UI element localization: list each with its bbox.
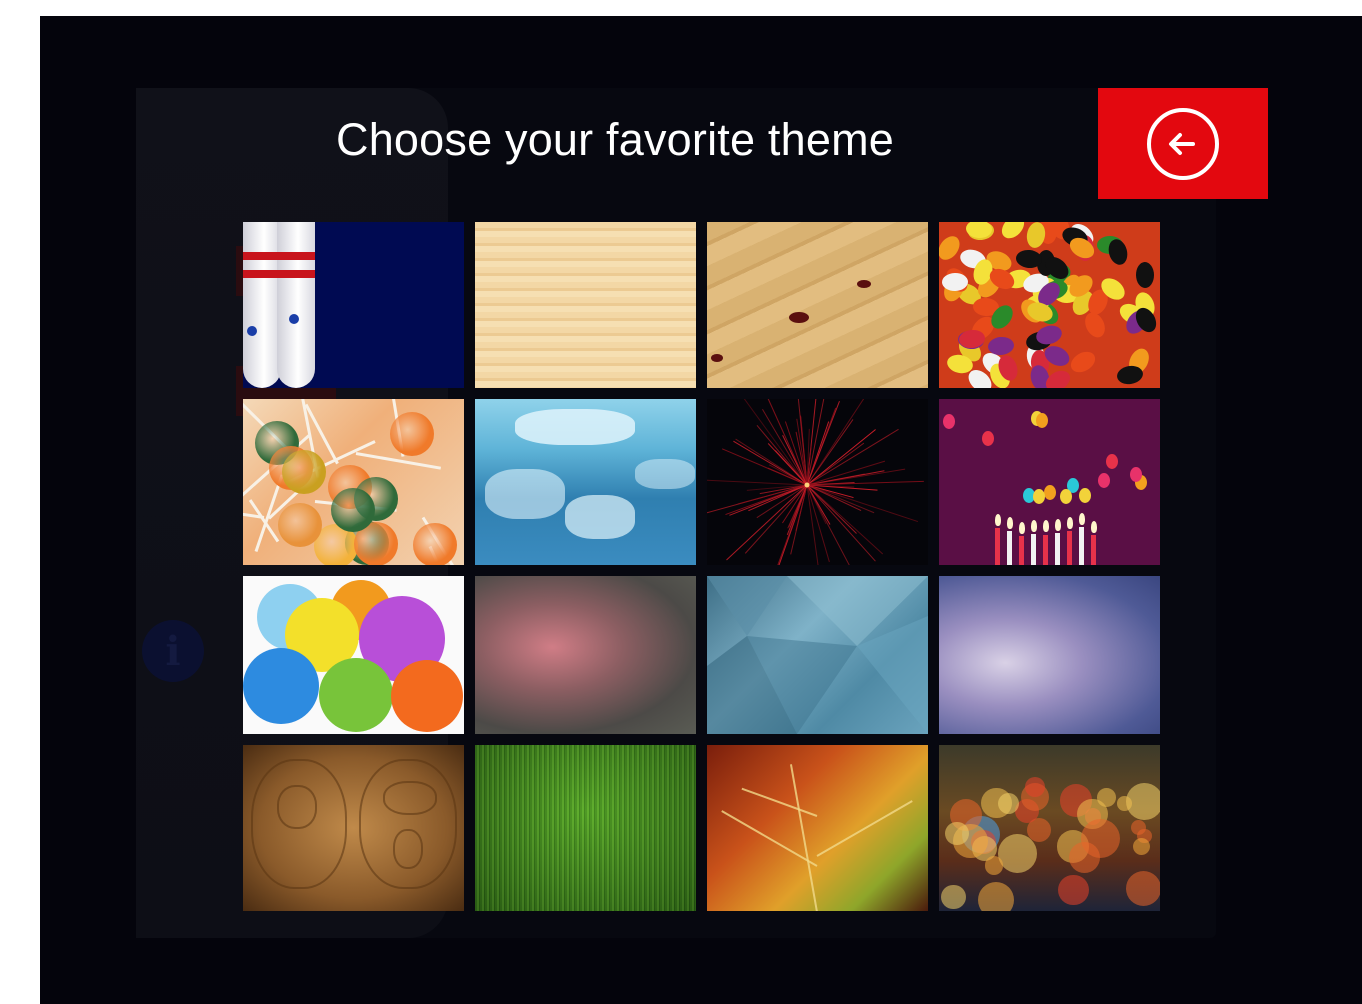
theme-tile-fireworks[interactable] (707, 399, 928, 565)
theme-chooser-screen: i Choose your favorite theme (40, 16, 1362, 1004)
theme-tile-light-wood[interactable] (475, 222, 696, 388)
theme-tile-birthday-party[interactable] (939, 399, 1160, 565)
theme-tile-jelly-beans[interactable] (939, 222, 1160, 388)
theme-tile-bowling-pins[interactable] (243, 222, 464, 388)
theme-tile-balloons[interactable] (243, 576, 464, 734)
theme-tile-old-world-map[interactable] (243, 745, 464, 911)
theme-tile-pink-blur[interactable] (475, 576, 696, 734)
page-title: Choose your favorite theme (336, 114, 894, 165)
theme-tile-grass[interactable] (475, 745, 696, 911)
back-button[interactable] (1098, 88, 1268, 199)
theme-tile-bokeh-lights[interactable] (939, 745, 1160, 911)
theme-tile-bowling-lane-wood[interactable] (707, 222, 928, 388)
theme-tile-purple-blur[interactable] (939, 576, 1160, 734)
info-icon: i (142, 620, 204, 682)
theme-tile-water-reflection[interactable] (475, 399, 696, 565)
theme-tile-autumn-leaf[interactable] (707, 745, 928, 911)
theme-grid (243, 222, 1160, 911)
theme-tile-polygon-blue[interactable] (707, 576, 928, 734)
theme-tile-lollipops[interactable] (243, 399, 464, 565)
arrow-left-circle-icon (1147, 107, 1219, 180)
